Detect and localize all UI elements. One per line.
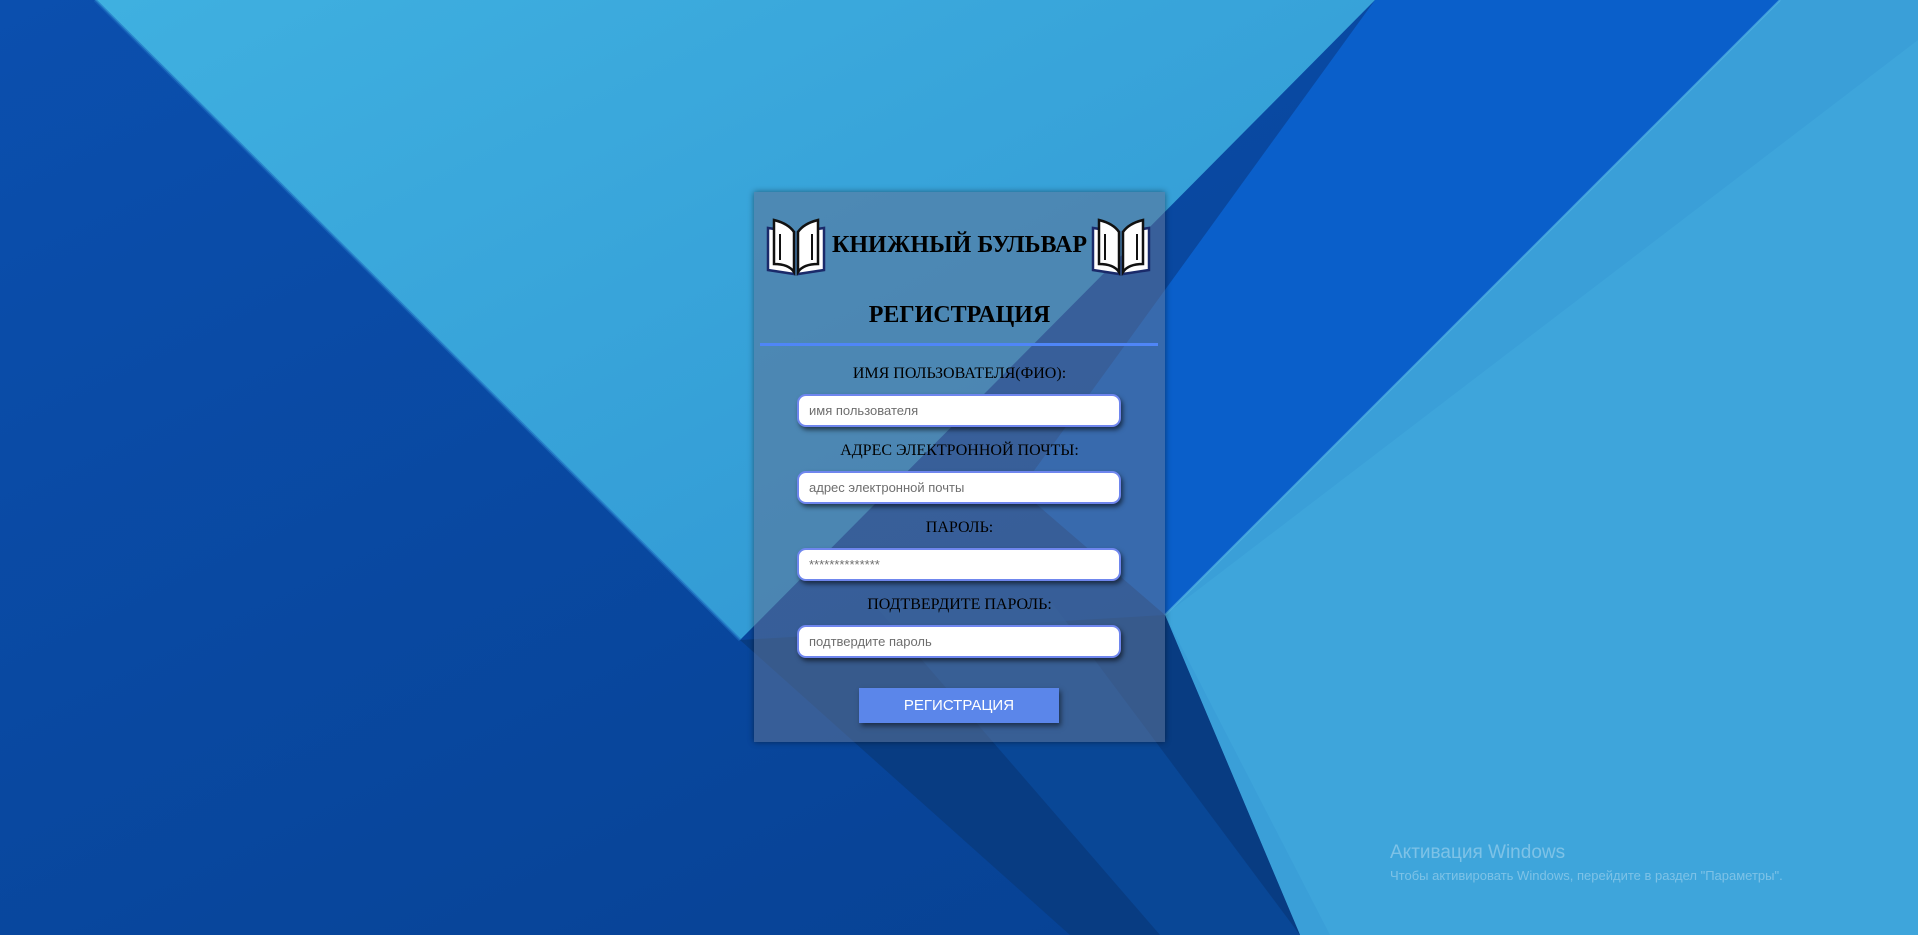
email-input[interactable] [797, 471, 1121, 504]
confirm-password-input[interactable] [797, 625, 1121, 658]
title-divider [760, 343, 1158, 346]
windows-activation-watermark: Активация Windows Чтобы активировать Win… [1390, 842, 1783, 883]
email-label: АДРЕС ЭЛЕКТРОННОЙ ПОЧТЫ: [840, 442, 1079, 459]
password-label: ПАРОЛЬ: [925, 519, 994, 536]
form-title: РЕГИСТРАЦИЯ [868, 302, 1051, 328]
brand-header: КНИЖНЫЙ БУЛЬВАР [754, 210, 1165, 280]
confirm-password-label: ПОДТВЕРДИТЕ ПАРОЛЬ: [867, 596, 1052, 613]
open-book-icon [1091, 218, 1151, 277]
watermark-subtitle: Чтобы активировать Windows, перейдите в … [1390, 868, 1783, 883]
registration-card: КНИЖНЫЙ БУЛЬВАР РЕГИСТРАЦИЯ ИМЯ ПОЛЬЗОВА… [754, 192, 1165, 742]
password-input[interactable] [797, 548, 1121, 581]
username-input[interactable] [797, 394, 1121, 427]
username-label: ИМЯ ПОЛЬЗОВАТЕЛЯ(ФИО): [852, 365, 1067, 382]
watermark-title: Активация Windows [1390, 842, 1566, 863]
register-button[interactable]: РЕГИСТРАЦИЯ [859, 688, 1059, 723]
